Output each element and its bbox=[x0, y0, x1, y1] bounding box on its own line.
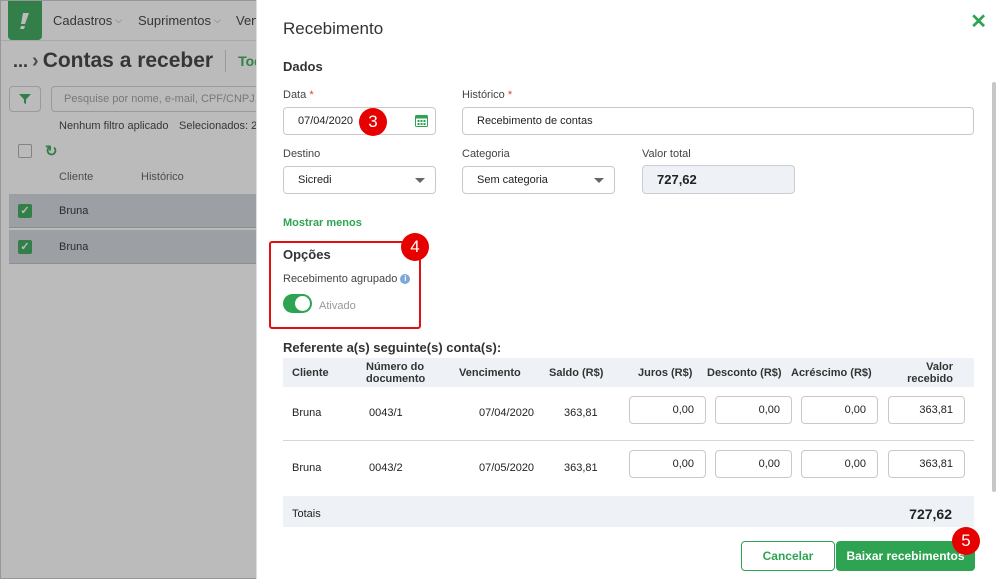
th-documento-l1: Número do bbox=[366, 361, 425, 373]
row2-vencimento: 07/05/2020 bbox=[479, 462, 535, 474]
panel-title: Recebimento bbox=[283, 19, 384, 38]
row2-desconto-input[interactable]: 0,00 bbox=[715, 450, 792, 478]
row1-acrescimo-input[interactable]: 0,00 bbox=[801, 396, 878, 424]
row1-juros-input[interactable]: 0,00 bbox=[629, 396, 706, 424]
historico-field[interactable]: Recebimento de contas bbox=[462, 107, 974, 135]
th-valor-recebido: Valor recebido bbox=[906, 361, 953, 385]
th-desconto: Desconto (R$) bbox=[707, 367, 782, 379]
info-icon[interactable]: i bbox=[400, 274, 411, 284]
totals-label: Totais bbox=[292, 508, 321, 520]
agrupado-toggle[interactable] bbox=[283, 294, 312, 313]
row2-documento: 0043/2 bbox=[369, 462, 403, 474]
calendar-icon[interactable] bbox=[415, 114, 428, 127]
section-opcoes: Opções bbox=[283, 247, 331, 262]
th-vencimento: Vencimento bbox=[459, 367, 521, 379]
data-label-text: Data bbox=[283, 89, 307, 101]
row2-saldo: 363,81 bbox=[564, 462, 598, 474]
destino-value: Sicredi bbox=[298, 174, 332, 186]
annotation-badge-4: 4 bbox=[401, 233, 429, 261]
row-divider bbox=[283, 440, 974, 441]
row1-documento: 0043/1 bbox=[369, 407, 403, 419]
historico-label-text: Histórico bbox=[462, 89, 505, 101]
show-less-link[interactable]: Mostrar menos bbox=[283, 217, 362, 229]
section-dados: Dados bbox=[283, 59, 323, 74]
th-valor-l1: Valor bbox=[926, 361, 953, 373]
totals-value: 727,62 bbox=[909, 506, 952, 522]
row1-saldo: 363,81 bbox=[564, 407, 598, 419]
row2-juros-input[interactable]: 0,00 bbox=[629, 450, 706, 478]
annotation-badge-3: 3 bbox=[359, 108, 387, 136]
row1-valor-input[interactable]: 363,81 bbox=[888, 396, 965, 424]
agrupado-label-text: Recebimento agrupado bbox=[283, 273, 398, 285]
totals-row bbox=[283, 496, 974, 527]
row2-cliente: Bruna bbox=[292, 462, 322, 474]
row1-vencimento: 07/04/2020 bbox=[479, 407, 535, 419]
th-saldo: Saldo (R$) bbox=[549, 367, 604, 379]
th-documento-l2: documento bbox=[366, 373, 426, 385]
th-documento: Número do documento bbox=[366, 361, 425, 385]
valor-total-value: 727,62 bbox=[642, 165, 795, 194]
row2-valor-input[interactable]: 363,81 bbox=[888, 450, 965, 478]
destino-label: Destino bbox=[283, 148, 321, 160]
categoria-label: Categoria bbox=[462, 148, 510, 160]
row1-desconto-input[interactable]: 0,00 bbox=[715, 396, 792, 424]
agrupado-label: Recebimento agrupado i bbox=[283, 273, 411, 285]
close-icon[interactable]: ✕ bbox=[970, 9, 987, 34]
section-referente: Referente a(s) seguinte(s) conta(s): bbox=[283, 340, 502, 355]
cancel-button[interactable]: Cancelar bbox=[741, 541, 835, 571]
caret-down-icon bbox=[594, 178, 604, 183]
destino-select[interactable]: Sicredi bbox=[283, 166, 436, 194]
historico-label: Histórico * bbox=[462, 89, 512, 101]
data-label: Data * bbox=[283, 89, 314, 101]
valor-total-label: Valor total bbox=[642, 148, 691, 160]
caret-down-icon bbox=[415, 178, 425, 183]
recebimento-panel: Recebimento ✕ Dados Data * 07/04/2020 3 … bbox=[256, 0, 997, 579]
date-value: 07/04/2020 bbox=[298, 115, 354, 127]
required-mark: * bbox=[309, 89, 314, 101]
row2-acrescimo-input[interactable]: 0,00 bbox=[801, 450, 878, 478]
th-valor-l2: recebido bbox=[907, 373, 953, 385]
scrollbar[interactable] bbox=[992, 82, 996, 492]
row1-cliente: Bruna bbox=[292, 407, 322, 419]
categoria-value: Sem categoria bbox=[477, 174, 548, 186]
th-cliente: Cliente bbox=[292, 367, 329, 379]
categoria-select[interactable]: Sem categoria bbox=[462, 166, 615, 194]
th-juros: Juros (R$) bbox=[638, 367, 693, 379]
required-mark: * bbox=[507, 89, 513, 101]
th-acrescimo: Acréscimo (R$) bbox=[791, 367, 872, 379]
toggle-state-label: Ativado bbox=[319, 300, 356, 312]
toggle-knob bbox=[295, 296, 310, 311]
annotation-badge-5: 5 bbox=[952, 527, 980, 555]
